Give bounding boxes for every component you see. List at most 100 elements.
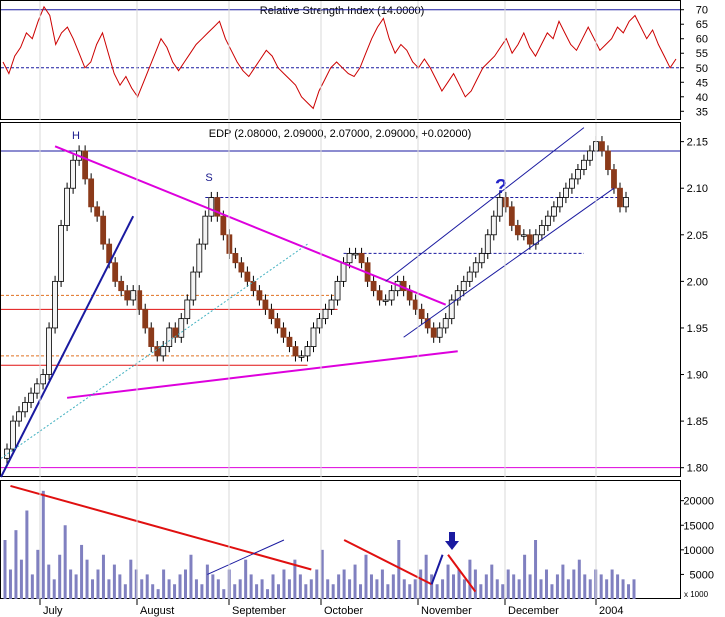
month-label: October — [324, 605, 363, 617]
volume-tick-label: 20000 — [683, 496, 714, 508]
price-tick-label: 2.00 — [687, 276, 708, 288]
rsi-tick-label: 65 — [696, 19, 708, 31]
volume-bar — [331, 584, 335, 599]
candle-down — [412, 299, 419, 310]
candle-down — [605, 150, 611, 170]
candle-up — [346, 253, 353, 264]
candle-down — [611, 169, 617, 189]
candle-up — [460, 280, 467, 292]
volume-bar — [238, 579, 242, 599]
candle-down — [599, 141, 605, 152]
volume-bar — [63, 525, 67, 599]
volume-bar — [523, 554, 527, 599]
volume-bar — [14, 530, 18, 599]
candle-up — [46, 327, 52, 375]
volume-bar — [588, 579, 592, 599]
volume-bar — [380, 569, 384, 599]
volume-bar — [315, 569, 319, 599]
volume-bar — [484, 574, 488, 599]
volume-bar — [561, 564, 565, 599]
candle-up — [520, 234, 527, 237]
volume-bar — [517, 579, 521, 599]
candle-up — [160, 346, 167, 357]
volume-bar — [555, 574, 559, 599]
candle-up — [496, 197, 503, 217]
candle-up — [472, 262, 479, 273]
volume-spike-blue — [430, 554, 444, 585]
candle-down — [88, 178, 95, 208]
candle-up — [442, 318, 449, 329]
volume-bar — [495, 579, 499, 599]
volume-bar — [397, 540, 401, 599]
candle-up — [298, 355, 305, 358]
volume-bar — [386, 584, 390, 599]
price-tick-label: 1.95 — [687, 323, 708, 335]
volume-bar — [276, 584, 280, 599]
candle-up — [556, 197, 563, 208]
ascending-trendline — [66, 350, 458, 399]
rsi-tick-label: 50 — [696, 63, 708, 75]
volume-bar — [167, 579, 171, 599]
candle-down — [514, 225, 521, 236]
volume-bar — [375, 579, 379, 599]
volume-bar — [479, 584, 483, 599]
volume-bar — [52, 579, 56, 599]
candle-down — [142, 308, 149, 329]
volume-bar — [222, 589, 226, 599]
volume-bar — [506, 569, 510, 599]
month-label: July — [43, 605, 63, 617]
volume-bar — [178, 574, 182, 599]
volume-bar — [282, 569, 286, 599]
price-title: EDP (2.08000, 2.09000, 2.07000, 2.09000,… — [209, 128, 472, 140]
volume-bar — [539, 579, 543, 599]
volume-bar — [419, 569, 423, 599]
candle-up — [70, 159, 77, 189]
candle-down — [100, 215, 107, 245]
candle-down — [232, 253, 239, 264]
volume-bar — [605, 579, 609, 599]
candle-up — [436, 327, 443, 338]
volume-bar — [534, 540, 538, 599]
volume-bar — [490, 564, 494, 599]
volume-bar — [162, 569, 166, 599]
candle-down — [112, 262, 119, 282]
volume-bar — [544, 569, 548, 599]
price-tick-label: 1.85 — [687, 416, 708, 428]
candle-up — [196, 243, 203, 273]
volume-bar — [107, 579, 111, 599]
candle-up — [587, 150, 593, 161]
volume-bar — [369, 574, 373, 599]
candle-down — [250, 280, 257, 292]
month-label: August — [140, 605, 174, 617]
candle-up — [581, 159, 587, 170]
candle-down — [238, 262, 245, 273]
candle-down — [526, 234, 533, 245]
volume-bar — [424, 554, 428, 599]
volume-bar — [25, 510, 29, 599]
volume-bar — [47, 564, 51, 599]
candle-up — [352, 253, 359, 256]
volume-bar — [41, 490, 45, 599]
candle-up — [575, 169, 581, 180]
candle-up — [64, 187, 70, 226]
volume-bar — [266, 589, 270, 599]
volume-bar — [101, 554, 105, 599]
volume-bar — [326, 579, 330, 599]
candle-up — [130, 290, 137, 301]
volume-bar — [391, 574, 395, 599]
candle-up — [388, 290, 395, 301]
volume-bar — [183, 569, 187, 599]
candle-up — [340, 262, 347, 282]
volume-bar — [118, 574, 122, 599]
rsi-panel-frame — [0, 0, 681, 120]
rsi-title: Relative Strength Index (14.0000) — [260, 5, 425, 17]
candle-down — [292, 346, 299, 357]
volume-scale-label: x 1000 — [684, 590, 709, 599]
candle-up — [328, 299, 335, 310]
volume-bar — [244, 559, 248, 599]
rsi-tick-label: 45 — [696, 77, 708, 89]
volume-bar — [19, 559, 23, 599]
candle-up — [28, 392, 34, 403]
volume-bar — [255, 584, 259, 599]
volume-bar — [36, 549, 40, 599]
